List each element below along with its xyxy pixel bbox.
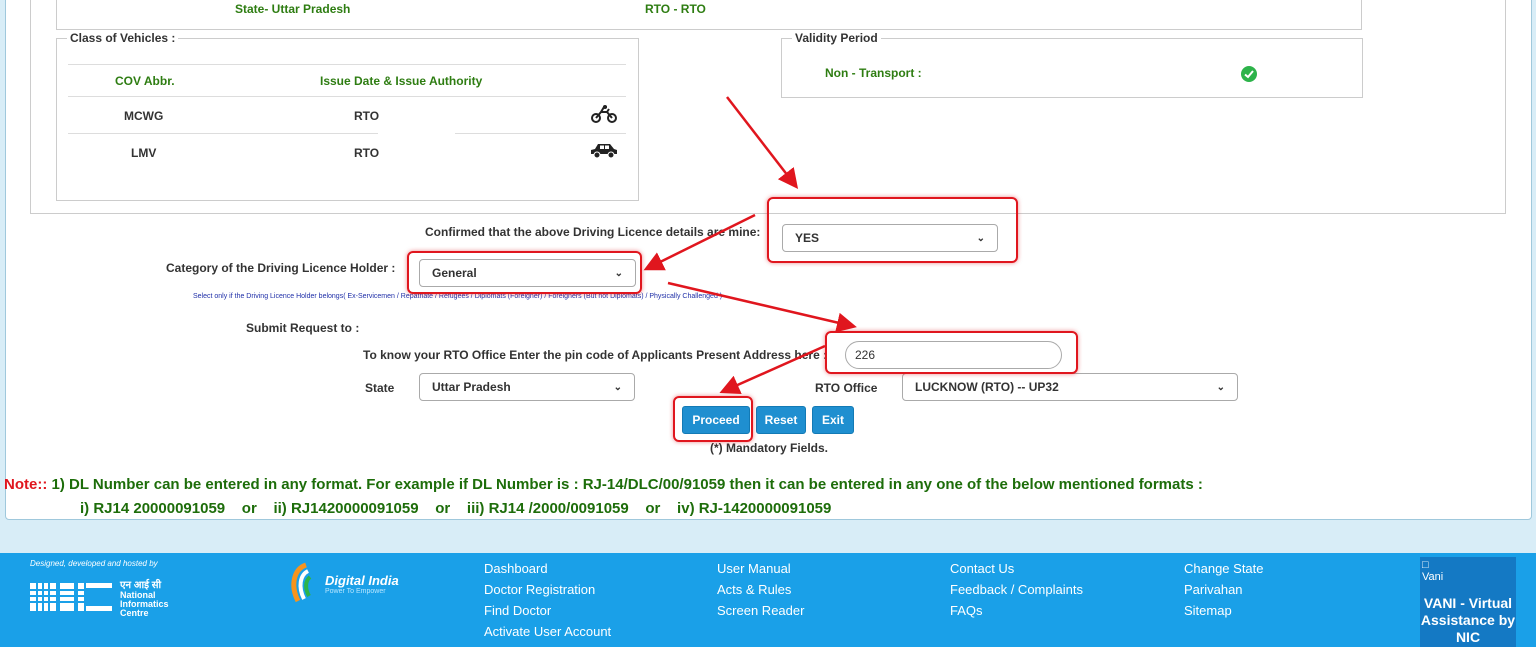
footer-link-acts-rules[interactable]: Acts & Rules (717, 582, 791, 597)
digital-india-tagline: Power To Empower (325, 588, 386, 595)
designed-by-text: Designed, developed and hosted by (30, 559, 158, 568)
footer-link-change-state[interactable]: Change State (1184, 561, 1264, 576)
vani-assistant-widget[interactable]: □ Vani VANI - Virtual Assistance by NIC (1420, 557, 1516, 647)
footer-link-faqs[interactable]: FAQs (950, 603, 983, 618)
note-prefix: Note:: (4, 476, 48, 493)
footer-link-sitemap[interactable]: Sitemap (1184, 603, 1232, 618)
footer: Designed, developed and hosted by एन आई … (0, 553, 1536, 647)
nic-name-line: Centre (120, 608, 149, 618)
nic-logo[interactable] (30, 577, 116, 620)
footer-link-find-doctor[interactable]: Find Doctor (484, 603, 551, 618)
footer-link-feedback[interactable]: Feedback / Complaints (950, 582, 1083, 597)
note-line-1: Note:: 1) DL Number can be entered in an… (4, 476, 1203, 493)
note-text-1: 1) DL Number can be entered in any forma… (47, 476, 1203, 493)
note-line-2: i) RJ14 20000091059 or ii) RJ14200000910… (80, 500, 832, 517)
vani-image-icon: □ Vani (1422, 559, 1444, 583)
nic-hindi: एन आई सी (120, 580, 162, 591)
footer-link-activate-user-account[interactable]: Activate User Account (484, 624, 611, 639)
footer-link-parivahan[interactable]: Parivahan (1184, 582, 1243, 597)
annotation-arrows (643, 96, 857, 395)
vani-label: VANI - Virtual Assistance by NIC (1420, 595, 1516, 645)
footer-link-screen-reader[interactable]: Screen Reader (717, 603, 804, 618)
footer-link-doctor-registration[interactable]: Doctor Registration (484, 582, 595, 597)
footer-link-user-manual[interactable]: User Manual (717, 561, 791, 576)
digital-india-logo[interactable] (288, 561, 322, 608)
footer-link-dashboard[interactable]: Dashboard (484, 561, 548, 576)
vani-alt-text: Vani (1422, 571, 1444, 583)
digital-india-title: Digital India (325, 573, 399, 588)
footer-link-contact-us[interactable]: Contact Us (950, 561, 1014, 576)
nic-name: एन आई सी National Informatics Centre (120, 581, 169, 618)
